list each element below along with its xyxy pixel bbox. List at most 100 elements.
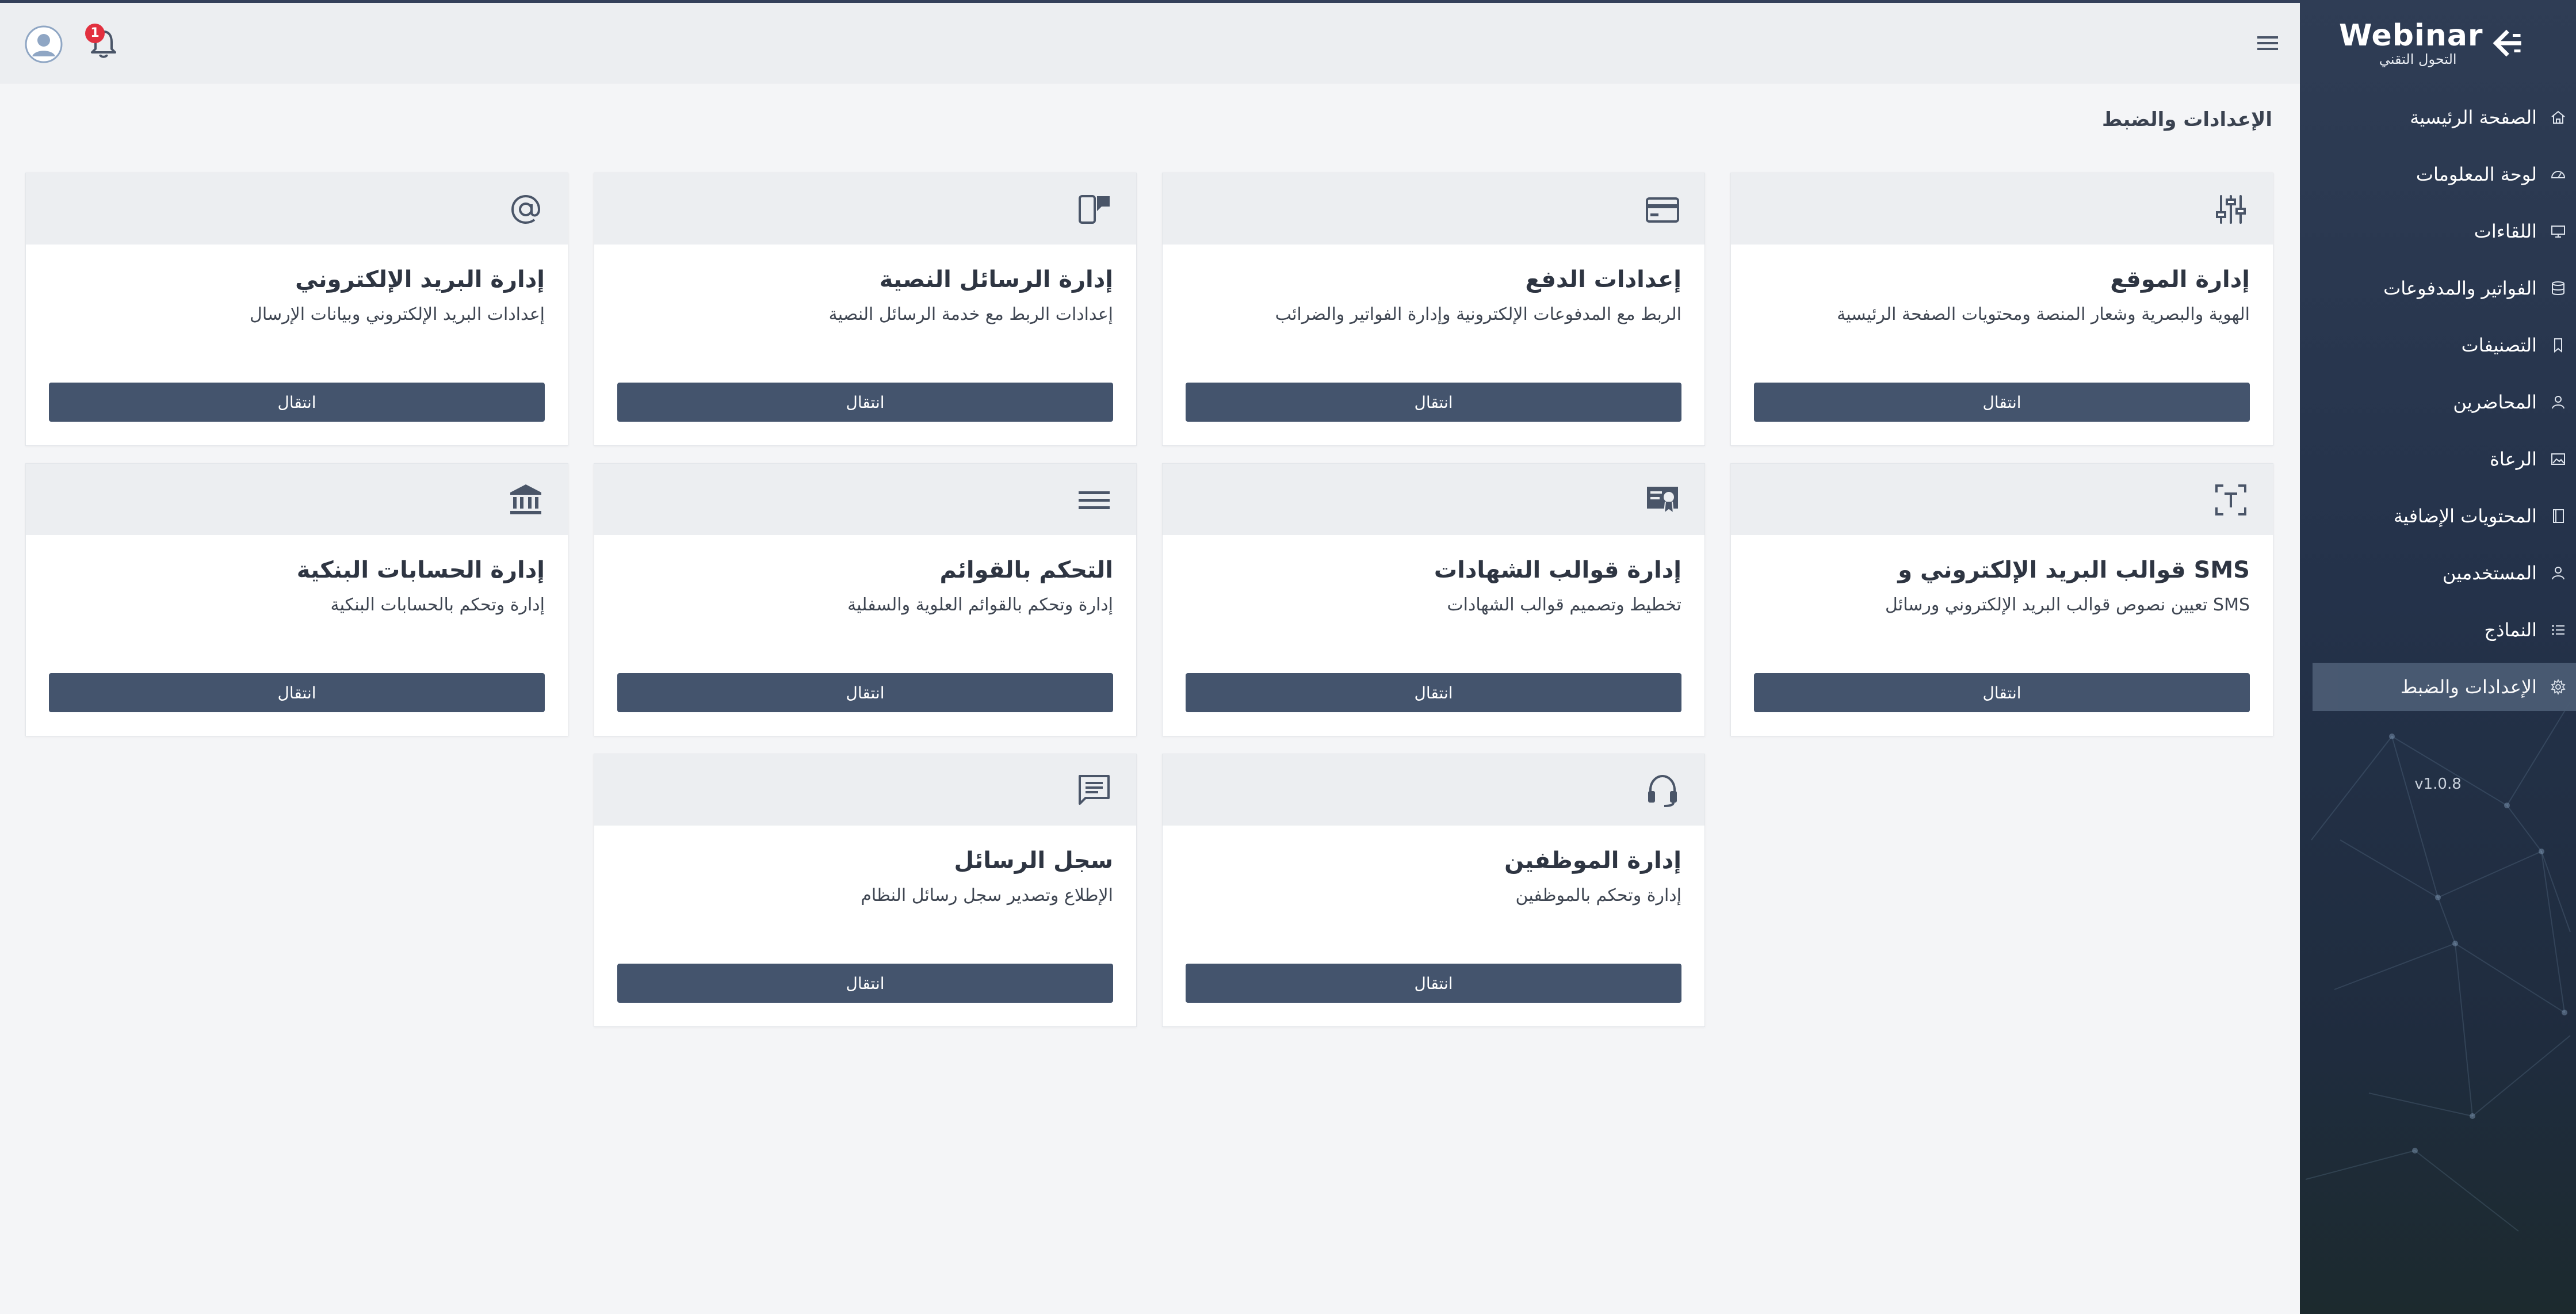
sidebar-item-forms[interactable]: النماذج bbox=[2313, 606, 2576, 654]
bookmark-icon bbox=[2554, 338, 2562, 353]
user-avatar-icon[interactable] bbox=[24, 25, 63, 64]
go-button[interactable]: انتقال bbox=[1186, 964, 1681, 1003]
card-description: الربط مع المدفوعات الإلكترونية وإدارة ال… bbox=[1275, 304, 1681, 324]
card-title: إدارة الموقع bbox=[2110, 266, 2250, 293]
card-payment-settings: إعدادات الدفع الربط مع المدفوعات الإلكتر… bbox=[1162, 173, 1705, 446]
go-button[interactable]: انتقال bbox=[49, 383, 545, 422]
sidebar-item-dashboard[interactable]: لوحة المعلومات bbox=[2313, 150, 2576, 198]
card-staff-management: إدارة الموظفين إدارة وتحكم بالموظفين انت… bbox=[1162, 754, 1705, 1027]
go-button[interactable]: انتقال bbox=[1186, 383, 1681, 422]
sidebar-item-categories[interactable]: التصنيفات bbox=[2313, 321, 2576, 369]
users-icon bbox=[2552, 567, 2564, 580]
go-button[interactable]: انتقال bbox=[617, 383, 1113, 422]
mobile-message-icon bbox=[1079, 195, 1110, 224]
sidebar-item-label: الصفحة الرئيسية bbox=[2410, 106, 2537, 128]
sidebar-item-lecturers[interactable]: المحاضرين bbox=[2313, 378, 2576, 426]
image-icon bbox=[2551, 453, 2565, 465]
card-title: قوالب البريد الإلكتروني و SMS bbox=[1898, 557, 2250, 583]
sidebar-item-label: المحاضرين bbox=[2453, 391, 2537, 413]
credit-card-icon bbox=[1646, 197, 1679, 223]
sidebar-item-users[interactable]: المستخدمين bbox=[2313, 549, 2576, 597]
sidebar-item-label: الإعدادات والضبط bbox=[2400, 676, 2537, 698]
hamburger-menu-icon[interactable] bbox=[2255, 33, 2280, 54]
sidebar: Webinar التحول التقني الصفحة الرئيسية لو… bbox=[2300, 0, 2576, 1314]
card-title: إدارة الرسائل النصية bbox=[879, 266, 1113, 293]
card-title: إدارة الموظفين bbox=[1504, 847, 1681, 874]
card-title: إعدادات الدفع bbox=[1525, 266, 1681, 293]
certificate-icon bbox=[1647, 487, 1678, 515]
sidebar-item-label: المستخدمين bbox=[2443, 562, 2537, 584]
card-header bbox=[594, 173, 1136, 245]
database-icon bbox=[2552, 281, 2564, 295]
card-header bbox=[1731, 173, 2273, 245]
card-description: إدارة وتحكم بالموظفين bbox=[1515, 885, 1681, 906]
sidebar-item-home[interactable]: الصفحة الرئيسية bbox=[2313, 93, 2576, 142]
card-title: إدارة الحسابات البنكية bbox=[296, 557, 545, 583]
card-header bbox=[1163, 173, 1704, 245]
card-site-management: إدارة الموقع الهوية والبصرية وشعار المنص… bbox=[1730, 173, 2273, 446]
card-email-sms-templates: قوالب البريد الإلكتروني و SMS تعيين نصوص… bbox=[1730, 463, 2273, 736]
card-description: إدارة وتحكم بالحسابات البنكية bbox=[330, 595, 545, 615]
headset-icon bbox=[1648, 774, 1677, 807]
go-button[interactable]: انتقال bbox=[1754, 673, 2250, 712]
go-button[interactable]: انتقال bbox=[617, 964, 1113, 1003]
bank-icon bbox=[510, 484, 541, 514]
book-icon bbox=[2553, 509, 2564, 523]
brand-arrow-icon bbox=[2493, 29, 2521, 57]
card-title: إدارة البريد الإلكتروني bbox=[295, 266, 545, 293]
notification-badge: 1 bbox=[85, 24, 105, 43]
card-description: تعيين نصوص قوالب البريد الإلكتروني ورسائ… bbox=[1885, 595, 2250, 615]
page-title: الإعدادات والضبط bbox=[2102, 108, 2272, 131]
card-header bbox=[1731, 464, 2273, 535]
card-bank-accounts: إدارة الحسابات البنكية إدارة وتحكم بالحس… bbox=[25, 463, 568, 736]
sidebar-item-label: النماذج bbox=[2484, 619, 2537, 641]
sidebar-item-meetings[interactable]: اللقاءات bbox=[2313, 207, 2576, 255]
card-header bbox=[26, 173, 568, 245]
sidebar-item-extra-content[interactable]: المحتويات الإضافية bbox=[2313, 492, 2576, 540]
brand-logo[interactable]: Webinar التحول التقني bbox=[2339, 17, 2523, 69]
top-bar: 1 bbox=[0, 3, 2300, 83]
sidebar-item-invoices[interactable]: الفواتير والمدفوعات bbox=[2313, 264, 2576, 312]
app-version: v1.0.8 bbox=[2414, 776, 2462, 793]
card-menus-control: التحكم بالقوائم إدارة وتحكم بالقوائم الع… bbox=[594, 463, 1137, 736]
card-description: إدارة وتحكم بالقوائم العلوية والسفلية bbox=[847, 595, 1113, 615]
card-description: الإطلاع وتصدير سجل رسائل النظام bbox=[861, 885, 1113, 906]
sidebar-item-label: اللقاءات bbox=[2474, 220, 2537, 242]
sidebar-nav: الصفحة الرئيسية لوحة المعلومات اللقاءات … bbox=[2300, 93, 2576, 720]
card-header bbox=[26, 464, 568, 535]
card-description: تخطيط وتصميم قوالب الشهادات bbox=[1447, 595, 1681, 615]
text-frame-icon bbox=[2215, 484, 2246, 515]
sidebar-item-settings[interactable]: الإعدادات والضبط bbox=[2313, 663, 2576, 711]
dashboard-gauge-icon bbox=[2551, 171, 2566, 178]
go-button[interactable]: انتقال bbox=[617, 673, 1113, 712]
gear-icon bbox=[2551, 678, 2566, 696]
monitor-icon bbox=[2551, 226, 2565, 238]
sidebar-item-label: الرعاة bbox=[2490, 448, 2537, 470]
brand-name: Webinar bbox=[2339, 18, 2483, 53]
sidebar-item-sponsors[interactable]: الرعاة bbox=[2313, 435, 2576, 483]
card-header bbox=[594, 754, 1136, 826]
card-header bbox=[594, 464, 1136, 535]
card-title: التحكم بالقوائم bbox=[939, 557, 1113, 583]
brand-subtitle: التحول التقني bbox=[2379, 51, 2457, 67]
card-description: إعدادات البريد الإلكتروني وبيانات الإرسا… bbox=[250, 304, 545, 324]
user-icon bbox=[2552, 396, 2564, 409]
card-title: إدارة قوالب الشهادات bbox=[1434, 557, 1681, 583]
go-button[interactable]: انتقال bbox=[1186, 673, 1681, 712]
card-description: إعدادات الربط مع خدمة الرسائل النصية bbox=[828, 304, 1113, 324]
sidebar-item-label: التصنيفات bbox=[2461, 334, 2537, 356]
sidebar-item-label: لوحة المعلومات bbox=[2416, 163, 2537, 185]
home-icon bbox=[2551, 110, 2565, 124]
sidebar-item-label: الفواتير والمدفوعات bbox=[2383, 277, 2537, 299]
at-sign-icon bbox=[511, 194, 541, 224]
go-button[interactable]: انتقال bbox=[1754, 383, 2250, 422]
card-certificate-templates: إدارة قوالب الشهادات تخطيط وتصميم قوالب … bbox=[1162, 463, 1705, 736]
chat-log-icon bbox=[1079, 775, 1110, 805]
card-message-log: سجل الرسائل الإطلاع وتصدير سجل رسائل الن… bbox=[594, 754, 1137, 1027]
sidebar-item-label: المحتويات الإضافية bbox=[2393, 505, 2537, 527]
card-email-management: إدارة البريد الإلكتروني إعدادات البريد ا… bbox=[25, 173, 568, 446]
go-button[interactable]: انتقال bbox=[49, 673, 545, 712]
card-header bbox=[1163, 754, 1704, 826]
card-header bbox=[1163, 464, 1704, 535]
menu-lines-icon bbox=[1079, 491, 1110, 509]
